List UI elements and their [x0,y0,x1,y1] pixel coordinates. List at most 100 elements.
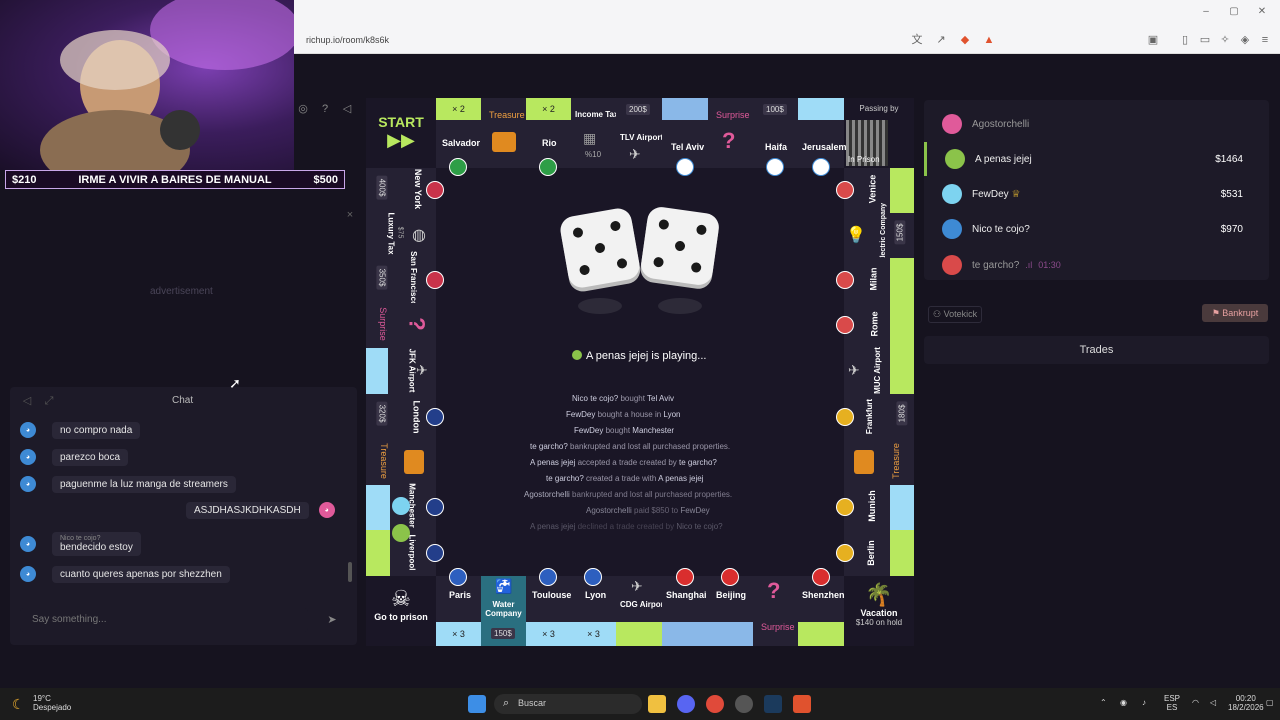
tile-jerusalem[interactable]: Jerusalem [798,98,847,176]
send-icon[interactable]: ➤ [325,613,339,627]
tile-rio[interactable]: × 2 Rio [526,98,571,176]
menu-icon[interactable]: ≡ [1258,33,1272,47]
chat-message: ◕ parezco boca [20,447,129,467]
start-arrow-icon: ▶▶ [387,130,415,150]
tile-surprise-left[interactable]: Surprise ? [366,303,436,348]
tile-label: CDG Airport [620,600,667,609]
language-indicator[interactable]: ESP ES [1164,694,1180,712]
volume-tray-icon[interactable]: ◁ [1210,698,1216,707]
brave-icon[interactable] [793,695,811,713]
network-icon[interactable]: ◉ [1120,698,1127,707]
tile-treasure[interactable]: Treasure [481,98,526,168]
player-name: A penas jejej [975,153,1032,165]
tile-haifa[interactable]: 100$ Haifa [753,98,798,176]
file-explorer-icon[interactable] [648,695,666,713]
house-badge: × 3 [526,622,571,646]
expand-chat-icon[interactable]: ⤢ [42,394,56,408]
extensions-icon[interactable]: ▣ [1146,33,1160,47]
weather-icon[interactable]: ☾ [12,696,25,713]
tile-jfk-airport[interactable]: JFK Airport ✈ [366,348,436,394]
url-text[interactable]: richup.io/room/k8s6k [306,35,389,45]
tile-treasure-left[interactable]: Treasure [366,440,436,485]
discord-icon[interactable]: ◎ [296,102,310,116]
windows-start-icon[interactable] [468,695,486,713]
vpn-icon[interactable]: ◈ [1238,33,1252,47]
tile-shanghai[interactable]: Shanghai [662,568,708,646]
translate-icon[interactable]: 文 [910,33,924,47]
rewards-icon[interactable]: ▲ [982,33,996,47]
player-row[interactable]: FewDey ♕ $531 [924,177,1269,211]
tile-new-york[interactable]: 400$ New York [366,168,444,213]
brave-shield-icon[interactable]: ◆ [958,33,972,47]
maximize-icon[interactable]: ▢ [1228,6,1240,18]
vacation-corner[interactable]: 🌴 Vacation $140 on hold [844,576,914,646]
wallet-icon[interactable]: ▭ [1198,33,1212,47]
close-ad-icon[interactable]: × [343,208,357,222]
votekick-button[interactable]: ⚇ Votekick [928,306,983,323]
tile-paris[interactable]: Paris × 3 [436,568,481,646]
tile-salvador[interactable]: × 2 Salvador [436,98,481,176]
tile-muc-airport[interactable]: ✈ MUC Airport [844,347,914,394]
tile-beijing[interactable]: Beijing [708,568,753,646]
tile-treasure-right[interactable]: Treasure [844,440,914,485]
steam-icon[interactable] [764,695,782,713]
chrome-icon[interactable] [706,695,724,713]
tile-income-tax[interactable]: Income Tax ▦ %10 [571,98,618,168]
share-icon[interactable]: ↗ [934,33,948,47]
tile-luxury-tax[interactable]: Luxury Tax $75 ◍ [366,212,436,258]
close-icon[interactable]: ✕ [1256,6,1268,18]
tile-lyon[interactable]: Lyon × 3 [571,568,616,646]
chat-scrollbar[interactable] [348,562,352,582]
bankrupt-button[interactable]: ⚑ Bankrupt [1202,304,1268,322]
tile-cdg-airport[interactable]: ✈ CDG Airport [616,576,666,646]
tile-london[interactable]: 320$ London [366,394,444,440]
chat-input[interactable]: Say something... [20,608,308,632]
tile-rome[interactable]: Rome [836,303,914,348]
tile-water-company[interactable]: 🚰 Water Company 150$ [481,576,526,646]
tile-electric-company[interactable]: 💡 Electric Company 150$ [844,203,914,262]
address-bar[interactable] [294,28,1280,54]
tile-berlin[interactable]: Berlin [836,530,914,576]
tile-toulouse[interactable]: Toulouse × 3 [526,568,571,646]
volume-icon[interactable]: ◁ [340,102,354,116]
player-row-active[interactable]: A penas jejej $1464 [924,142,1269,176]
notification-icon[interactable]: ▢ [1266,698,1274,707]
player-row[interactable]: Nico te cojo? $970 [924,212,1269,246]
player-row[interactable]: Agostorchelli [924,107,1269,141]
tile-milan[interactable]: Milan [836,258,914,303]
chevron-up-icon[interactable]: ⌃ [1100,698,1107,707]
sidebar-icon[interactable]: ▯ [1178,33,1192,47]
discord-app-icon[interactable] [677,695,695,713]
tile-surprise[interactable]: Surprise ? [708,98,753,168]
help-icon[interactable]: ? [318,102,332,116]
tile-shenzhen[interactable]: Shenzhen [798,568,845,646]
tile-surprise-bottom[interactable]: ? Surprise [753,576,798,646]
weather-widget[interactable]: 19°C Despejado [33,694,71,712]
tile-tel-aviv[interactable]: Tel Aviv [662,98,708,176]
wifi-icon[interactable]: ◠ [1192,698,1199,707]
mute-chat-icon[interactable]: ◁ [20,394,34,408]
player-dot [572,350,582,360]
prison-corner[interactable]: Passing by In Prison [844,98,914,168]
clock[interactable]: 00:20 18/2/2026 [1228,694,1264,712]
tile-tlv-airport[interactable]: 200$ TLV Airport ✈ [616,98,663,168]
mic-icon[interactable]: ♪ [1142,698,1146,707]
bankrupt-label: Bankrupt [1222,308,1259,318]
chat-message: ◕ Nico te cojo? bendecido estoy [20,530,141,558]
israel-flag-icon [766,158,784,176]
house-badge: × 3 [436,622,481,646]
player-row[interactable]: te garcho? .ıl 01:30 [924,248,1269,282]
app-icon[interactable] [735,695,753,713]
owner-bar [890,168,914,213]
taskbar-search[interactable]: Buscar [494,694,642,714]
tile-venice[interactable]: Venice [836,168,914,213]
leo-icon[interactable]: ✧ [1218,33,1232,47]
go-to-prison-corner[interactable]: ☠ Go to prison [366,576,436,646]
tile-san-francisco[interactable]: 350$ San Francisco [366,251,444,306]
tile-frankfurt[interactable]: Frankfurt 180$ [836,394,914,440]
tile-liverpool[interactable]: Liverpool [366,524,444,576]
trades-header[interactable]: Trades [924,336,1269,364]
player-token-apenas [392,524,410,542]
tile-munich[interactable]: Munich [836,485,914,530]
minimize-icon[interactable]: – [1200,6,1212,18]
